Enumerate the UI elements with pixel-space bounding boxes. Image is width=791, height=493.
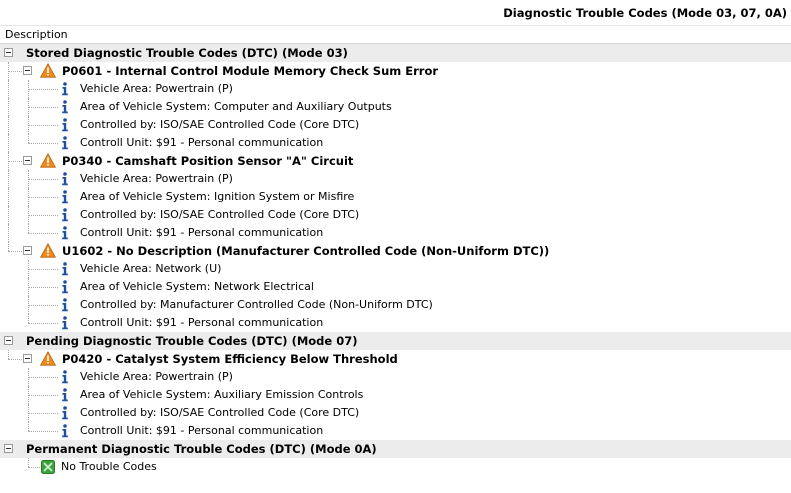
title-bar: Diagnostic Trouble Codes (Mode 03, 07, 0… [0, 0, 791, 26]
info-icon [61, 82, 69, 96]
dtc-row[interactable]: P0420 - Catalyst System Efficiency Below… [0, 350, 791, 368]
empty-label: No Trouble Codes [61, 460, 157, 473]
collapse-minus-icon[interactable] [23, 156, 32, 165]
info-icon [61, 226, 69, 240]
detail-label: Area of Vehicle System: Network Electric… [80, 280, 314, 293]
dtc-title: P0601 - Internal Control Module Memory C… [62, 64, 439, 78]
detail-row[interactable]: Area of Vehicle System: Auxiliary Emissi… [0, 386, 791, 404]
warning-triangle-icon [39, 350, 57, 366]
info-icon [61, 370, 69, 384]
detail-label: Vehicle Area: Powertrain (P) [80, 82, 233, 95]
detail-row[interactable]: Controll Unit: $91 - Personal communicat… [0, 224, 791, 242]
detail-row[interactable]: Controll Unit: $91 - Personal communicat… [0, 422, 791, 440]
section-row[interactable]: Pending Diagnostic Trouble Codes (DTC) (… [0, 332, 791, 350]
ok-check-icon [41, 460, 55, 474]
info-icon [61, 190, 69, 204]
detail-label: Area of Vehicle System: Computer and Aux… [80, 100, 392, 113]
collapse-minus-icon[interactable] [23, 246, 32, 255]
section-row[interactable]: Permanent Diagnostic Trouble Codes (DTC)… [0, 440, 791, 458]
info-icon [61, 298, 69, 312]
detail-label: Controlled by: ISO/SAE Controlled Code (… [80, 208, 360, 221]
dtc-tree[interactable]: Stored Diagnostic Trouble Codes (DTC) (M… [0, 44, 791, 476]
detail-label: Vehicle Area: Powertrain (P) [80, 370, 233, 383]
window-title: Diagnostic Trouble Codes (Mode 03, 07, 0… [503, 6, 787, 20]
detail-row[interactable]: Area of Vehicle System: Network Electric… [0, 278, 791, 296]
info-icon [61, 280, 69, 294]
detail-label: Area of Vehicle System: Ignition System … [80, 190, 355, 203]
detail-row[interactable]: Controlled by: ISO/SAE Controlled Code (… [0, 206, 791, 224]
section-title: Stored Diagnostic Trouble Codes (DTC) (M… [26, 46, 348, 60]
detail-row[interactable]: Controll Unit: $91 - Personal communicat… [0, 134, 791, 152]
dtc-row[interactable]: P0340 - Camshaft Position Sensor "A" Cir… [0, 152, 791, 170]
detail-row[interactable]: Controlled by: ISO/SAE Controlled Code (… [0, 404, 791, 422]
detail-label: Controll Unit: $91 - Personal communicat… [80, 424, 324, 437]
detail-label: Vehicle Area: Powertrain (P) [80, 172, 233, 185]
collapse-minus-icon[interactable] [4, 48, 13, 57]
dtc-row[interactable]: U1602 - No Description (Manufacturer Con… [0, 242, 791, 260]
warning-triangle-icon [39, 242, 57, 258]
detail-label: Controll Unit: $91 - Personal communicat… [80, 226, 324, 239]
dtc-title: P0420 - Catalyst System Efficiency Below… [62, 352, 398, 366]
info-icon [61, 406, 69, 420]
info-icon [61, 136, 69, 150]
collapse-minus-icon[interactable] [23, 66, 32, 75]
detail-row[interactable]: Area of Vehicle System: Ignition System … [0, 188, 791, 206]
section-title: Permanent Diagnostic Trouble Codes (DTC)… [26, 442, 377, 456]
description-column-header[interactable]: Description [5, 28, 68, 41]
detail-row[interactable]: Vehicle Area: Powertrain (P) [0, 170, 791, 188]
info-icon [61, 118, 69, 132]
detail-label: Controlled by: ISO/SAE Controlled Code (… [80, 118, 360, 131]
warning-triangle-icon [39, 152, 57, 168]
empty-row[interactable]: No Trouble Codes [0, 458, 791, 476]
info-icon [61, 172, 69, 186]
info-icon [61, 262, 69, 276]
detail-label: Controll Unit: $91 - Personal communicat… [80, 136, 324, 149]
detail-row[interactable]: Controll Unit: $91 - Personal communicat… [0, 314, 791, 332]
info-icon [61, 388, 69, 402]
dtc-title: P0340 - Camshaft Position Sensor "A" Cir… [62, 154, 354, 168]
detail-row[interactable]: Vehicle Area: Powertrain (P) [0, 368, 791, 386]
dtc-row[interactable]: P0601 - Internal Control Module Memory C… [0, 62, 791, 80]
detail-row[interactable]: Vehicle Area: Powertrain (P) [0, 80, 791, 98]
info-icon [61, 424, 69, 438]
detail-row[interactable]: Controlled by: Manufacturer Controlled C… [0, 296, 791, 314]
detail-label: Area of Vehicle System: Auxiliary Emissi… [80, 388, 364, 401]
collapse-minus-icon[interactable] [23, 354, 32, 363]
column-header[interactable]: Description [0, 26, 791, 44]
info-icon [61, 208, 69, 222]
collapse-minus-icon[interactable] [4, 444, 13, 453]
detail-row[interactable]: Area of Vehicle System: Computer and Aux… [0, 98, 791, 116]
info-icon [61, 100, 69, 114]
warning-triangle-icon [39, 62, 57, 78]
detail-label: Controlled by: Manufacturer Controlled C… [80, 298, 433, 311]
info-icon [61, 316, 69, 330]
collapse-minus-icon[interactable] [4, 336, 13, 345]
detail-label: Controll Unit: $91 - Personal communicat… [80, 316, 324, 329]
detail-label: Vehicle Area: Network (U) [80, 262, 222, 275]
dtc-title: U1602 - No Description (Manufacturer Con… [62, 244, 550, 258]
detail-row[interactable]: Vehicle Area: Network (U) [0, 260, 791, 278]
detail-label: Controlled by: ISO/SAE Controlled Code (… [80, 406, 360, 419]
section-title: Pending Diagnostic Trouble Codes (DTC) (… [26, 334, 358, 348]
detail-row[interactable]: Controlled by: ISO/SAE Controlled Code (… [0, 116, 791, 134]
section-row[interactable]: Stored Diagnostic Trouble Codes (DTC) (M… [0, 44, 791, 62]
